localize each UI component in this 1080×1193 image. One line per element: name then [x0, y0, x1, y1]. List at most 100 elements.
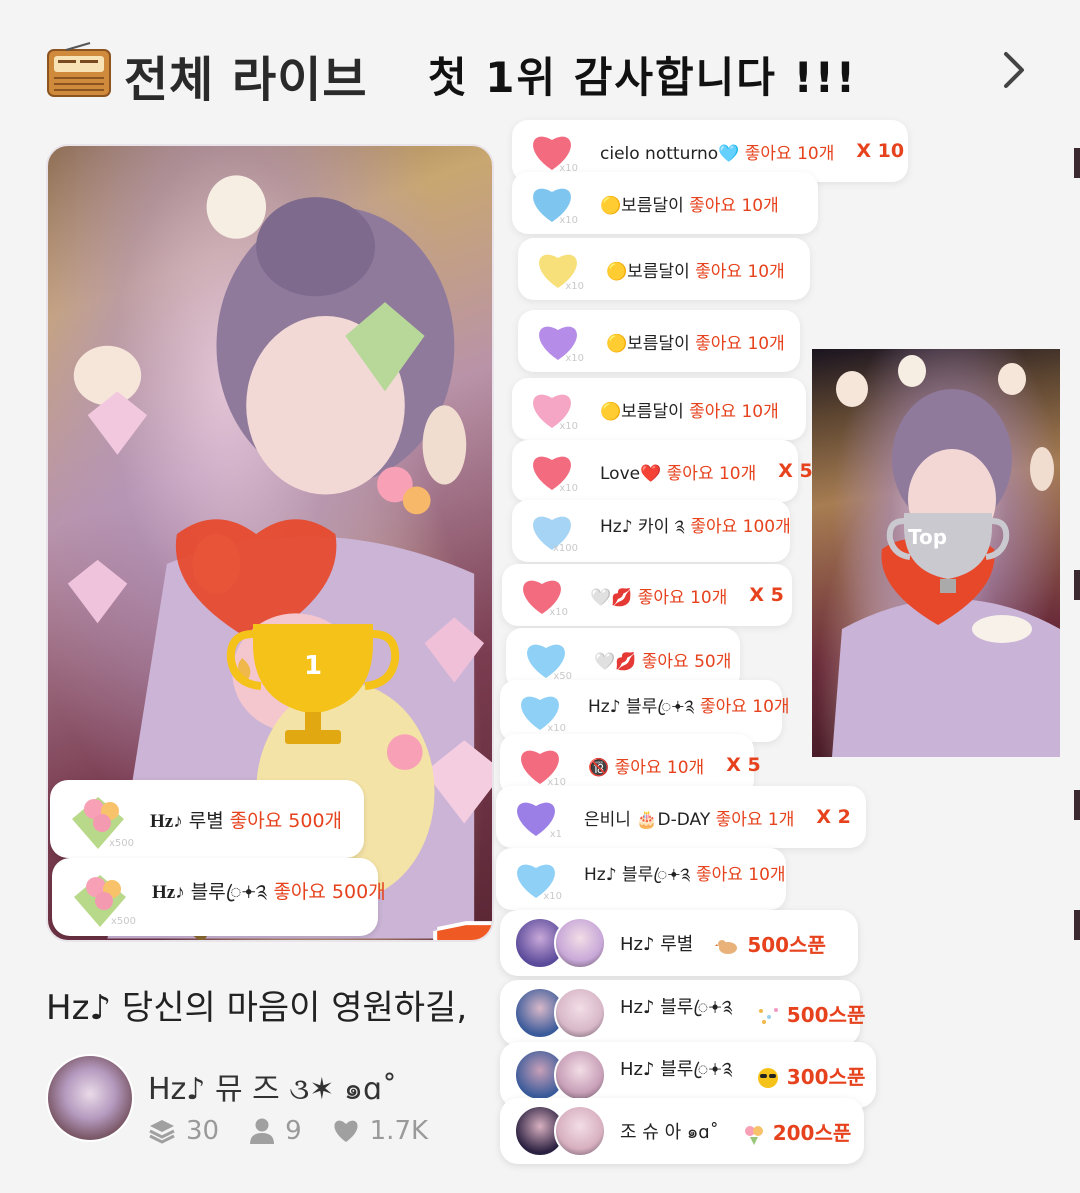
spoon-amount-text: 300스푼	[786, 1064, 866, 1089]
spoon-notification: 조 슈 아 ๑ɑ˚ 200스푼	[500, 1098, 864, 1164]
avatar	[554, 987, 606, 1039]
like-notification: x100 Hz♪ 카이 ༉ 좋아요 100개	[512, 500, 791, 562]
heart-gift-icon: x10	[532, 318, 584, 364]
like-amount: 좋아요 10개	[695, 333, 785, 354]
bouquet-icon: x500	[68, 867, 136, 927]
big-gift-notification: x500 Hz♪ 블루ꦿ𖥔༉ 좋아요 500개	[52, 858, 386, 936]
gift-count: x10	[559, 421, 578, 432]
like-multiplier: X 10	[856, 140, 905, 162]
spoon-amount: 500스푼	[755, 999, 866, 1028]
layers-icon	[149, 1120, 175, 1144]
spoon-amount-text: 500스푼	[786, 1002, 866, 1027]
stream-title[interactable]: Hz♪ 당신의 마음이 영원하길,	[46, 980, 467, 1029]
like-notification: x10 🟡보름달이 좋아요 10개	[518, 238, 810, 300]
like-amount: 좋아요 10개	[637, 587, 728, 608]
silver-trophy-icon	[886, 513, 1010, 593]
edge-divider	[1074, 790, 1080, 820]
heart-gift-icon: x10	[526, 128, 578, 174]
gift-count: x10	[547, 723, 566, 734]
spoon-amount: 200스푼	[741, 1117, 852, 1146]
gift-count: x10	[559, 483, 578, 494]
avatar	[554, 917, 606, 969]
like-amount: 좋아요 50개	[641, 651, 732, 672]
like-amount: 좋아요 10개	[689, 195, 779, 216]
gift-count: x1	[549, 829, 562, 840]
heart-gift-icon: x1	[510, 794, 562, 840]
gift-count: x10	[549, 607, 568, 618]
total-count: 30	[186, 1116, 220, 1146]
like-amount: 좋아요 1개	[715, 809, 795, 830]
heart-gift-icon: x10	[532, 246, 584, 292]
avatar-pair	[514, 987, 606, 1039]
like-amount: 좋아요 10개	[689, 401, 779, 422]
like-amount: 좋아요 500개	[273, 881, 386, 903]
thank-you-message: 첫 1위 감사합니다 !!!	[428, 53, 858, 102]
avatar	[554, 1105, 606, 1157]
radio-icon	[47, 42, 111, 97]
page-title: 전체 라이브	[124, 52, 368, 108]
header: 전체 라이브 첫 1위 감사합니다 !!!	[0, 0, 1080, 130]
like-amount: 좋아요 10개	[695, 261, 785, 282]
top-label: Top	[908, 525, 948, 549]
edge-divider	[1074, 910, 1080, 940]
edge-divider	[1074, 148, 1080, 178]
like-amount: 좋아요 10개	[695, 865, 786, 885]
like-username: 🤍💋	[594, 651, 642, 672]
host-avatar[interactable]	[46, 1054, 134, 1142]
heart-gift-icon: x10	[514, 742, 566, 788]
like-amount: 좋아요 10개	[666, 463, 757, 484]
heart-icon	[334, 1120, 358, 1142]
like-username: 🟡보름달이	[606, 261, 696, 282]
spoon-username: Hz♪ 루별	[620, 934, 694, 955]
stat-total: 30	[148, 1116, 219, 1146]
gift-count: x10	[565, 353, 584, 364]
like-notification: x1 은비니 🎂D-DAY 좋아요 1개 X 2	[496, 786, 866, 848]
avatar	[554, 1049, 606, 1101]
like-username: 🔞	[588, 757, 615, 778]
heart-gift-icon: x10	[516, 572, 568, 618]
gift-username: 루별	[188, 809, 224, 832]
like-notification: x10 Love❤️ 좋아요 10개 X 5	[512, 440, 813, 502]
like-multiplier: X 5	[778, 460, 813, 482]
gift-count: x10	[559, 215, 578, 226]
like-notification: x10 🤍💋 좋아요 10개 X 5	[502, 564, 792, 626]
bouquet-icon: x500	[66, 789, 134, 849]
avatar-pair	[514, 1049, 606, 1101]
gift-count: x10	[565, 281, 584, 292]
person-icon	[250, 1118, 275, 1144]
like-multiplier: X 2	[816, 806, 851, 828]
like-count: 1.7K	[369, 1116, 429, 1146]
spoon-amount-text: 500스푼	[747, 932, 826, 957]
sparkle-icon	[755, 1003, 787, 1027]
spoon-amount: 500스푼	[715, 929, 826, 958]
gift-count: x100	[552, 543, 578, 554]
like-amount: 좋아요 10개	[699, 697, 790, 717]
stat-likes: 1.7K	[332, 1116, 428, 1146]
like-username: 🟡보름달이	[606, 333, 696, 354]
avatar-pair	[514, 917, 606, 969]
rank-number: 1	[418, 906, 492, 940]
like-notification: x10 🟡보름달이 좋아요 10개	[512, 172, 818, 234]
like-notification: x10 Hz♪ 블루ꦿ𖥔༉ 좋아요 10개	[500, 680, 790, 742]
like-amount: 좋아요 10개	[744, 143, 835, 164]
host-name[interactable]: Hz♪ 뮤 즈 ૩✶ ๑ɑ˚	[148, 1064, 397, 1113]
like-amount: 좋아요 100개	[690, 517, 791, 537]
bird-icon	[715, 933, 747, 957]
listener-count: 9	[285, 1116, 302, 1146]
like-notification: x10 Hz♪ 블루ꦿ𖥔༉ 좋아요 10개	[496, 848, 786, 910]
spoon-notification: Hz♪ 루별 500스푼	[500, 910, 858, 976]
spoon-notification: Hz♪ 블루ꦿ𖥔༉ 500스푼	[500, 980, 865, 1046]
chevron-right-icon[interactable]	[998, 48, 1030, 92]
heart-gift-icon: x100	[526, 508, 578, 554]
spoon-amount-text: 200스푼	[772, 1120, 852, 1145]
svg-text:1: 1	[304, 651, 322, 681]
like-username: Hz♪ 블루ꦿ𖥔༉	[588, 697, 700, 717]
spoon-username: Hz♪ 블루ꦿ𖥔༉	[620, 1059, 733, 1080]
live-thumbnail-card[interactable]: 1 1 x500 Hz♪ 루별 좋아요 500개 x500	[46, 144, 494, 942]
like-username: Hz♪ 블루ꦿ𖥔༉	[584, 865, 696, 885]
like-username: cielo notturno🩵	[600, 143, 745, 164]
like-amount: 좋아요 500개	[229, 809, 343, 832]
edge-divider	[1074, 570, 1080, 600]
like-username: 은비니 🎂D-DAY	[584, 809, 716, 830]
like-username: Hz♪ 카이 ༉	[600, 517, 691, 537]
